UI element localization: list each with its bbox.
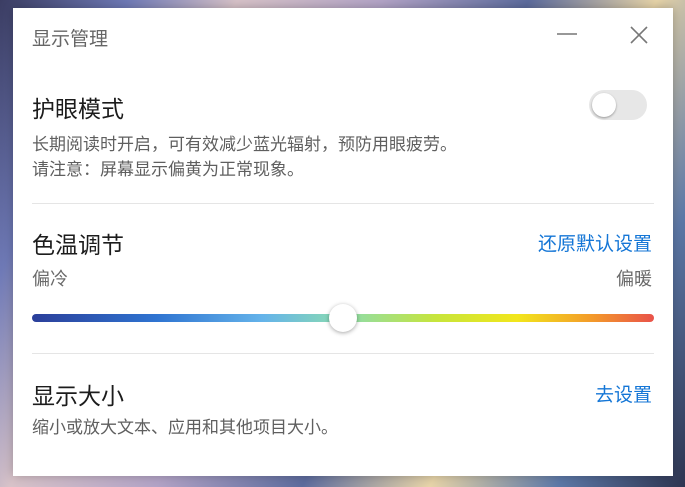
color-temperature-slider[interactable]: [32, 304, 654, 332]
title-bar: 显示管理: [13, 8, 673, 63]
go-settings-link[interactable]: 去设置: [595, 380, 652, 407]
eye-protection-description-line1: 长期阅读时开启，可有效减少蓝光辐射，预防用眼疲劳。: [32, 135, 457, 155]
warm-label: 偏暖: [616, 269, 652, 290]
close-button[interactable]: [623, 20, 655, 50]
divider: [32, 353, 654, 354]
cool-label: 偏冷: [32, 269, 68, 290]
eye-protection-description: 长期阅读时开启，可有效减少蓝光辐射，预防用眼疲劳。 请注意：屏幕显示偏黄为正常现…: [32, 133, 457, 183]
minimize-icon: [557, 33, 577, 35]
minimize-button[interactable]: [551, 20, 583, 50]
eye-protection-toggle[interactable]: [589, 90, 647, 120]
eye-protection-description-line2: 请注意：屏幕显示偏黄为正常现象。: [32, 160, 304, 180]
reset-default-link[interactable]: 还原默认设置: [538, 229, 652, 256]
color-temperature-title: 色温调节: [32, 233, 124, 259]
eye-protection-title: 护眼模式: [32, 97, 124, 123]
toggle-knob: [592, 93, 616, 117]
divider: [32, 203, 654, 204]
display-size-title: 显示大小: [32, 384, 124, 410]
site-watermark: www.xfan.com.cn: [540, 459, 665, 475]
window-title: 显示管理: [32, 28, 109, 50]
display-size-description: 缩小或放大文本、应用和其他项目大小。: [32, 418, 338, 438]
slider-thumb[interactable]: [329, 304, 357, 332]
close-icon: [630, 26, 648, 44]
display-management-window: 显示管理 护眼模式 长期阅读时开启，可有效减少蓝光辐射，预防用眼疲劳。 请注意：…: [13, 8, 673, 476]
